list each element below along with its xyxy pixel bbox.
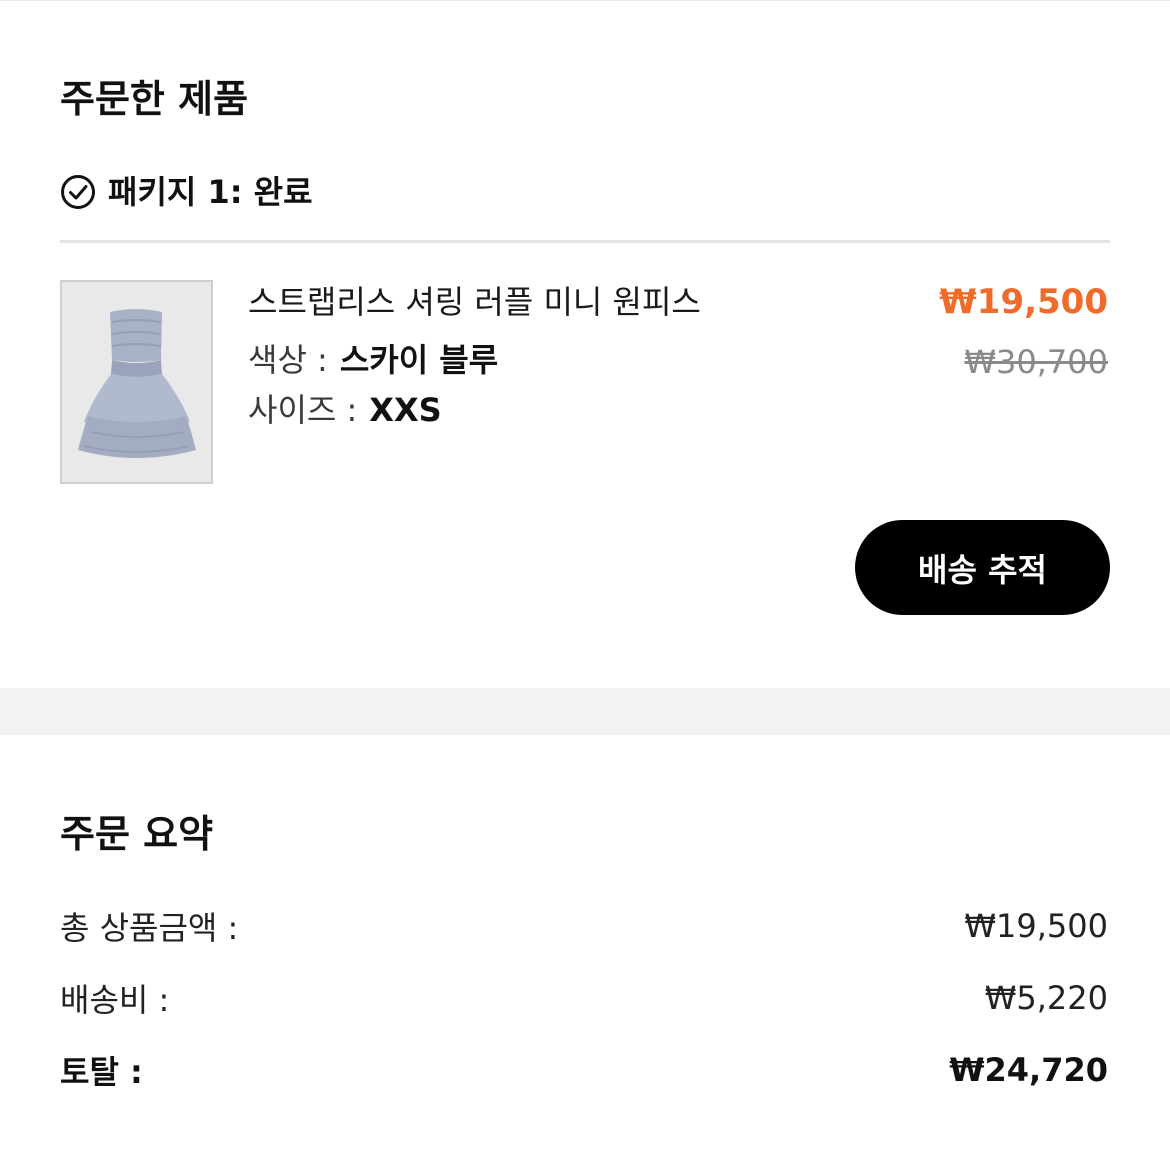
sale-price: ₩19,500 — [939, 282, 1108, 322]
size-label: 사이즈 : — [248, 391, 358, 429]
product-image[interactable] — [60, 280, 213, 484]
original-price: ₩30,700 — [964, 343, 1108, 381]
color-label: 색상 : — [248, 341, 328, 379]
top-divider — [0, 0, 1170, 1]
shipping-value: ₩5,220 — [984, 979, 1108, 1017]
ordered-products-title: 주문한 제품 — [60, 77, 249, 121]
size-value: XXS — [369, 391, 442, 429]
product-size-row: 사이즈 : XXS — [248, 390, 442, 430]
section-divider — [60, 240, 1110, 243]
summary-row-shipping: 배송비 : ₩5,220 — [60, 976, 1108, 1020]
total-label: 토탈 : — [60, 1053, 143, 1091]
shipping-label: 배송비 : — [60, 981, 170, 1019]
total-value: ₩24,720 — [949, 1051, 1108, 1089]
color-value: 스카이 블루 — [339, 341, 499, 379]
order-summary-title: 주문 요약 — [60, 812, 214, 856]
product-color-row: 색상 : 스카이 블루 — [248, 340, 498, 380]
subtotal-value: ₩19,500 — [964, 907, 1108, 945]
summary-row-total: 토탈 : ₩24,720 — [60, 1048, 1108, 1092]
package-label: 패키지 1: 완료 — [108, 173, 313, 211]
track-shipment-button[interactable]: 배송 추적 — [855, 520, 1110, 615]
summary-row-subtotal: 총 상품금액 : ₩19,500 — [60, 904, 1108, 948]
product-name[interactable]: 스트랩리스 셔링 러플 미니 원피스 — [248, 282, 701, 322]
check-circle-icon — [60, 174, 96, 210]
section-separator — [0, 688, 1170, 735]
subtotal-label: 총 상품금액 : — [60, 909, 239, 947]
package-status: 패키지 1: 완료 — [60, 172, 313, 212]
